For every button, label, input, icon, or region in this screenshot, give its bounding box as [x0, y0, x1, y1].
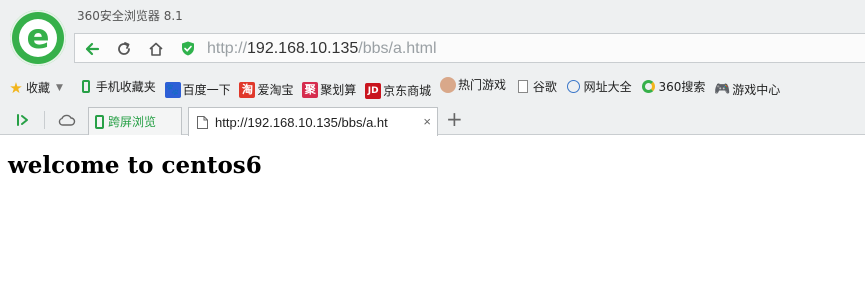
- baidu-paw-icon: 🐾: [164, 82, 181, 98]
- page-icon: [197, 115, 208, 129]
- bookmark-jd[interactable]: JD 京东商城: [365, 81, 431, 101]
- refresh-button[interactable]: [113, 38, 135, 60]
- cloud-icon[interactable]: [58, 112, 76, 128]
- close-tab-icon[interactable]: ×: [423, 114, 431, 129]
- bookmark-label: 谷歌: [532, 79, 557, 94]
- bookmark-label: 网址大全: [583, 79, 632, 94]
- divider: [44, 111, 45, 129]
- globe-icon: [566, 79, 582, 95]
- page-heading: welcome to centos6: [8, 152, 262, 179]
- bookmark-360-search[interactable]: 360搜索: [641, 77, 706, 97]
- bookmark-label: 聚划算: [320, 83, 357, 97]
- bookmark-taobao[interactable]: 淘 爱淘宝: [239, 80, 293, 100]
- bookmark-favorites[interactable]: ★ 收藏 ▼: [8, 78, 69, 98]
- bookmark-label: 京东商城: [383, 84, 432, 98]
- tab-bar: 跨屏浏览 http://192.168.10.135/bbs/a.ht × +: [0, 104, 865, 136]
- bookmark-url-directory[interactable]: 网址大全: [566, 77, 632, 97]
- home-button[interactable]: [145, 38, 167, 60]
- chevron-down-icon[interactable]: ▼: [56, 78, 63, 98]
- bookmark-juhuasuan[interactable]: 聚 聚划算: [302, 80, 356, 100]
- gamepad-icon: 🎮: [714, 82, 731, 97]
- bookmark-label: 游戏中心: [732, 83, 781, 97]
- phone-icon: [95, 114, 104, 129]
- window-title: 360安全浏览器 8.1: [77, 9, 183, 23]
- new-tab-button[interactable]: +: [446, 109, 463, 129]
- back-button[interactable]: [81, 38, 103, 60]
- sidebar-toggle-icon[interactable]: [14, 112, 30, 128]
- tab-cross-screen-browsing[interactable]: 跨屏浏览: [88, 107, 182, 135]
- bookmark-label: 收藏: [26, 81, 51, 95]
- jd-icon: JD: [365, 83, 382, 99]
- tab-active-page[interactable]: http://192.168.10.135/bbs/a.ht ×: [188, 107, 438, 136]
- url-host: 192.168.10.135: [247, 40, 359, 57]
- page-icon: [515, 79, 531, 95]
- avatar-icon: [439, 77, 456, 93]
- 360-search-icon: [641, 79, 657, 95]
- refresh-icon: [118, 42, 130, 55]
- bookmark-label: 爱淘宝: [257, 83, 294, 97]
- tab-label: 跨屏浏览: [108, 115, 157, 129]
- bookmarks-bar: ★ 收藏 ▼ 手机收藏夹 🐾 百度一下 淘 爱淘宝 聚 聚划算 JD 京东商城 …: [8, 75, 785, 99]
- bookmark-label: 手机收藏夹: [95, 79, 156, 94]
- security-shield-icon[interactable]: [181, 41, 195, 56]
- navigation-bar: http://192.168.10.135/bbs/a.html: [74, 33, 865, 63]
- phone-icon: [78, 79, 94, 95]
- url-protocol: http://: [207, 40, 248, 57]
- browser-chrome: e 360安全浏览器 8.1 http://192.168.10.135/bbs…: [0, 0, 865, 136]
- bookmark-mobile-favorites[interactable]: 手机收藏夹: [78, 77, 156, 97]
- juhuasuan-icon: 聚: [302, 82, 319, 98]
- bookmark-baidu[interactable]: 🐾 百度一下: [164, 80, 231, 100]
- home-icon: [149, 42, 163, 56]
- url-field[interactable]: http://192.168.10.135/bbs/a.html: [207, 38, 437, 60]
- bookmark-google[interactable]: 谷歌: [515, 77, 557, 97]
- star-icon: ★: [9, 79, 23, 97]
- back-arrow-icon: [85, 42, 100, 56]
- bookmark-label: 360搜索: [658, 79, 706, 94]
- bookmark-game-center[interactable]: 🎮 游戏中心: [714, 80, 780, 100]
- tab-label: http://192.168.10.135/bbs/a.ht: [215, 114, 388, 130]
- 360-browser-logo-icon[interactable]: e: [10, 10, 66, 66]
- bookmark-label: 热门游戏: [457, 78, 506, 92]
- bookmark-hot-games[interactable]: 热门游戏: [439, 75, 506, 95]
- url-path: /bbs/a.html: [358, 40, 437, 57]
- taobao-icon: 淘: [239, 82, 256, 98]
- bookmark-label: 百度一下: [182, 83, 231, 97]
